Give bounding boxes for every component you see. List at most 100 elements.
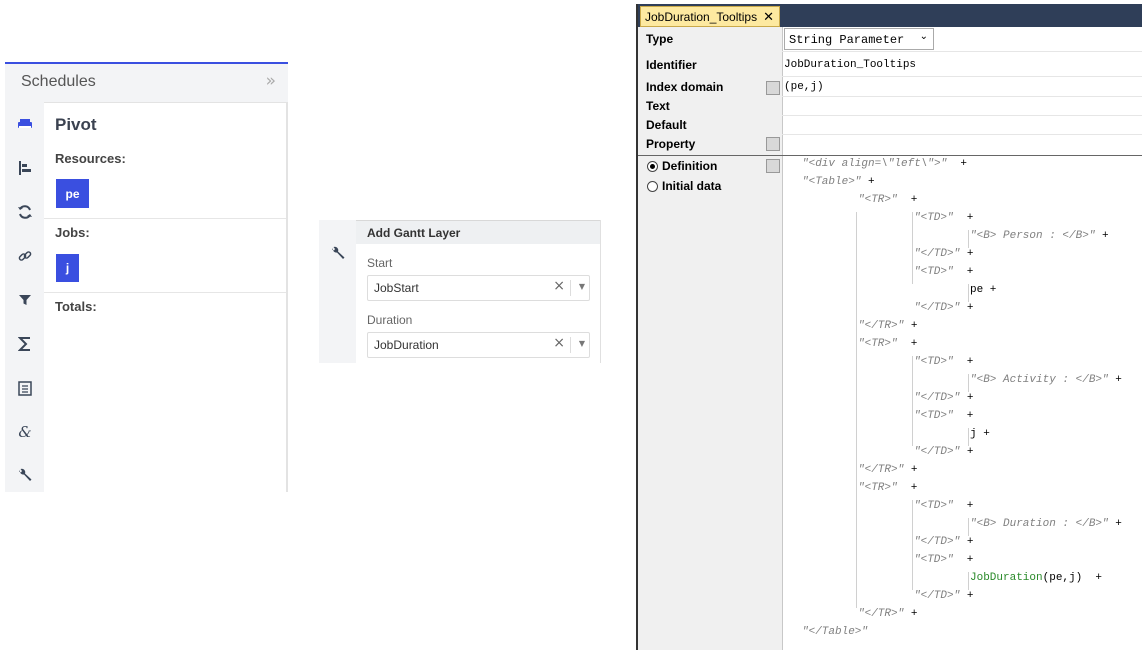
- chevron-down-icon[interactable]: ▼: [579, 282, 585, 291]
- concat-operator: +: [960, 446, 974, 458]
- initial-data-label: Initial data: [662, 179, 722, 193]
- type-value: String Parameter: [789, 33, 905, 47]
- string-literal: "<B> Activity : </B>": [970, 374, 1109, 386]
- chevron-down-icon[interactable]: ▼: [579, 339, 585, 348]
- job-chip-j[interactable]: j: [56, 254, 79, 282]
- clear-icon[interactable]: ×: [553, 335, 565, 351]
- identifier-field[interactable]: JobDuration_Tooltips: [784, 59, 916, 71]
- code-line: "</TD>" +: [914, 446, 973, 458]
- definition-radio[interactable]: [647, 161, 658, 172]
- concat-operator: +: [1095, 230, 1109, 242]
- code-line: "<B> Duration : </B>" +: [970, 518, 1122, 530]
- concat-operator: +: [960, 590, 974, 602]
- divider: [44, 218, 286, 219]
- gantt-icon[interactable]: [15, 158, 35, 178]
- code-line: "</TR>" +: [858, 320, 917, 332]
- start-select[interactable]: JobStart × ▼: [367, 275, 590, 301]
- edit-wizard-icon[interactable]: [766, 159, 780, 173]
- code-line: "</TR>" +: [858, 608, 917, 620]
- resource-chip-pe[interactable]: pe: [56, 179, 89, 208]
- code-line: "<TD>" +: [914, 266, 973, 278]
- string-literal: "</TD>": [914, 302, 961, 314]
- concat-operator: +: [953, 410, 974, 422]
- string-literal: "</TR>": [858, 320, 905, 332]
- link-icon[interactable]: [15, 246, 35, 266]
- arguments-token: (pe,j): [1042, 572, 1083, 584]
- concat-operator: +: [953, 212, 974, 224]
- property-label: Property: [646, 137, 696, 151]
- string-literal: "<div align=\"left\">": [802, 158, 948, 170]
- code-line: "<TR>" +: [858, 194, 917, 206]
- refresh-icon[interactable]: [15, 202, 35, 222]
- concat-operator: +: [953, 356, 974, 368]
- string-literal: "<TD>": [914, 500, 954, 512]
- duration-select[interactable]: JobDuration × ▼: [367, 332, 590, 358]
- concat-operator: +: [897, 338, 918, 350]
- tab-jobduration-tooltips[interactable]: JobDuration_Tooltips ✕: [640, 6, 780, 27]
- attribute-window: JobDuration_Tooltips ✕ Type String Param…: [636, 4, 1142, 650]
- string-literal: "<TD>": [914, 266, 954, 278]
- filter-icon[interactable]: [15, 290, 35, 310]
- wrench-icon[interactable]: [330, 246, 346, 266]
- concat-operator: +: [960, 536, 974, 548]
- edit-wizard-icon[interactable]: [766, 137, 780, 151]
- string-literal: "<TD>": [914, 212, 954, 224]
- identifier-label: Identifier: [646, 58, 697, 72]
- concat-operator: +: [983, 284, 997, 296]
- string-literal: "<TD>": [914, 554, 954, 566]
- indent-guide: [912, 500, 913, 590]
- concat-operator: +: [953, 554, 974, 566]
- string-literal: "<TD>": [914, 410, 954, 422]
- schedules-header: Schedules »: [5, 64, 288, 103]
- clear-icon[interactable]: ×: [553, 278, 565, 294]
- indent-guide: [968, 230, 969, 248]
- divider: [44, 292, 286, 293]
- code-line: "<TD>" +: [914, 554, 973, 566]
- list-icon[interactable]: [15, 378, 35, 398]
- tab-title: JobDuration_Tooltips: [645, 10, 758, 24]
- gantt-layer-header: Add Gantt Layer: [356, 220, 601, 244]
- collapse-icon[interactable]: »: [266, 71, 276, 91]
- concat-operator: +: [947, 158, 968, 170]
- code-line: "</TD>" +: [914, 248, 973, 260]
- pivot-title: Pivot: [55, 115, 97, 134]
- sigma-icon[interactable]: [15, 334, 35, 354]
- edit-wizard-icon[interactable]: [766, 81, 780, 95]
- code-line: "</Table>": [802, 626, 868, 638]
- start-label: Start: [367, 256, 393, 270]
- string-literal: "<TR>": [858, 482, 898, 494]
- jobs-label: Jobs:: [55, 225, 90, 240]
- chevron-down-icon[interactable]: ⌄: [920, 31, 928, 42]
- concat-operator: +: [960, 302, 974, 314]
- tab-bar: JobDuration_Tooltips ✕: [638, 4, 1142, 27]
- initial-data-radio[interactable]: [647, 181, 658, 192]
- type-select[interactable]: String Parameter ⌄: [784, 28, 934, 50]
- string-literal: "<TR>": [858, 338, 898, 350]
- panel-border: [600, 220, 601, 363]
- string-literal: "<Table>": [802, 176, 862, 188]
- string-literal: "<B> Duration : </B>": [970, 518, 1109, 530]
- code-line: "</TD>" +: [914, 590, 973, 602]
- string-literal: "<TR>": [858, 194, 898, 206]
- string-literal: "</TD>": [914, 248, 961, 260]
- layers-icon[interactable]: [15, 114, 35, 134]
- close-icon[interactable]: ✕: [763, 9, 774, 25]
- indent-guide: [856, 212, 857, 608]
- string-literal: "</TD>": [914, 446, 961, 458]
- row-separator: [782, 134, 1142, 135]
- concat-operator: +: [1108, 518, 1122, 530]
- code-line: "</TD>" +: [914, 536, 973, 548]
- wrench-icon[interactable]: [15, 466, 35, 486]
- code-line: "<B> Person : </B>" +: [970, 230, 1109, 242]
- code-line: "<div align=\"left\">" +: [802, 158, 967, 170]
- index-domain-label: Index domain: [646, 80, 724, 94]
- totals-label: Totals:: [55, 299, 97, 314]
- indent-guide: [912, 356, 913, 446]
- row-separator: [782, 115, 1142, 116]
- string-literal: "</TD>": [914, 590, 961, 602]
- ampersand-icon[interactable]: &: [15, 422, 35, 442]
- indent-guide: [912, 212, 913, 284]
- index-domain-field[interactable]: (pe,j): [784, 81, 824, 93]
- indent-guide: [968, 518, 969, 536]
- code-line: "</TD>" +: [914, 392, 973, 404]
